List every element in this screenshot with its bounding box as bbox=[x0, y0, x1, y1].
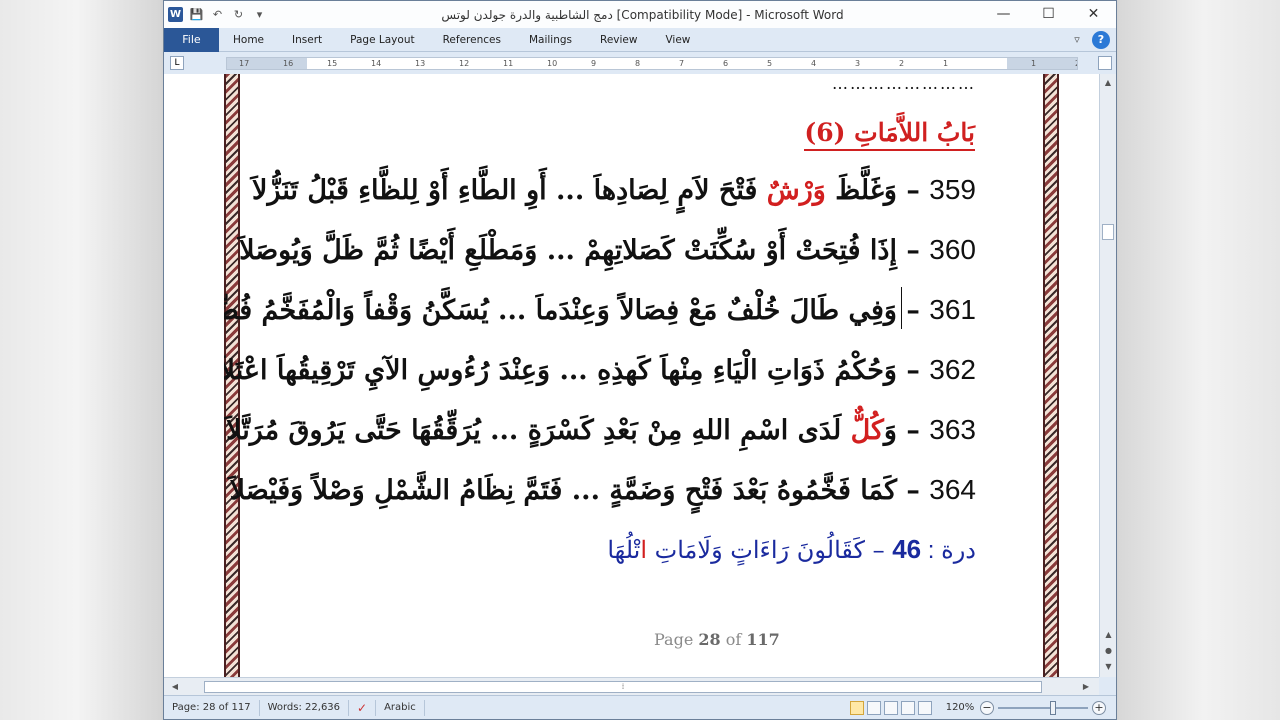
separator-dots: …………………… bbox=[832, 74, 976, 93]
full-screen-view-button[interactable] bbox=[867, 700, 881, 715]
redo-icon[interactable]: ↻ bbox=[231, 7, 246, 22]
tab-page-layout[interactable]: Page Layout bbox=[336, 28, 428, 52]
chapter-title: بَابُ اللاَّمَاتِ (6) bbox=[804, 118, 975, 151]
verse-number: 364 bbox=[929, 474, 976, 505]
page-border-right bbox=[1043, 74, 1059, 677]
ruler-number: 13 bbox=[415, 59, 426, 68]
scroll-up-icon[interactable]: ▲ bbox=[1101, 75, 1116, 90]
maximize-button[interactable]: ☐ bbox=[1026, 1, 1071, 28]
vertical-scrollbar[interactable]: ▲ ▲ ● ▼ bbox=[1099, 74, 1116, 677]
tab-references[interactable]: References bbox=[429, 28, 515, 52]
ruler-number: 6 bbox=[723, 59, 729, 68]
tab-file[interactable]: File bbox=[164, 27, 219, 52]
zoom-level[interactable]: 120% bbox=[940, 702, 980, 713]
ruler-number: 1 bbox=[943, 59, 949, 68]
document-area: …………………… بَابُ اللاَّمَاتِ (6) 359 – وَغ… bbox=[164, 74, 1099, 677]
outline-view-button[interactable] bbox=[901, 700, 915, 715]
word-window: W 💾 ↶ ↻ ▾ دمج الشاطبية والدرة جولدن لوتس… bbox=[163, 0, 1117, 720]
ruler-number: 15 bbox=[327, 59, 338, 68]
ruler-number: 8 bbox=[635, 59, 641, 68]
title-bar: W 💾 ↶ ↻ ▾ دمج الشاطبية والدرة جولدن لوتس… bbox=[164, 1, 1116, 28]
horizontal-scroll-thumb[interactable]: ⁞ bbox=[204, 681, 1042, 693]
ruler-number: 17 bbox=[239, 59, 250, 68]
document-page[interactable]: …………………… بَابُ اللاَّمَاتِ (6) 359 – وَغ… bbox=[224, 74, 1076, 677]
proofing-icon[interactable]: ✓ bbox=[349, 699, 377, 716]
tab-mailings[interactable]: Mailings bbox=[515, 28, 586, 52]
browse-object-icon[interactable]: ● bbox=[1101, 643, 1116, 658]
verse-number: 362 bbox=[929, 354, 976, 385]
tab-home[interactable]: Home bbox=[219, 28, 278, 52]
draft-view-button[interactable] bbox=[918, 700, 932, 715]
save-icon[interactable]: 💾 bbox=[189, 7, 204, 22]
ruler-number: 16 bbox=[283, 59, 294, 68]
verse-number: 361 bbox=[929, 294, 976, 325]
verse-line: 363 – وَكُلٌّ لَدَى اسْمِ اللهِ مِنْ بَع… bbox=[226, 414, 976, 446]
ribbon-tabs: File Home Insert Page Layout References … bbox=[164, 27, 1116, 52]
ruler-number: 5 bbox=[767, 59, 773, 68]
quick-access-toolbar: W 💾 ↶ ↻ ▾ bbox=[164, 7, 304, 22]
verse-line: 360 – إِذَا فُتِحَتْ أَوْ سُكِّنَتْ كَصَ… bbox=[239, 234, 976, 266]
page-footer-number: Page 28 of 117 bbox=[654, 630, 780, 649]
vertical-ruler bbox=[164, 74, 189, 677]
verse-line: 362 – وَحُكْمُ ذَوَاتِ الْيَاءِ مِنْهاَ … bbox=[224, 354, 976, 386]
verse-line: 361 – وَفِي طَالَ خُلْفٌ مَعْ فِصَالاً و… bbox=[224, 294, 976, 326]
ruler-number: 14 bbox=[371, 59, 382, 68]
ribbon-minimize-icon[interactable]: ▿ bbox=[1068, 31, 1086, 49]
zoom-in-button[interactable]: + bbox=[1092, 700, 1106, 715]
tab-selector-button[interactable]: L bbox=[170, 56, 184, 70]
tab-insert[interactable]: Insert bbox=[278, 28, 336, 52]
window-controls: — ☐ ✕ bbox=[981, 1, 1116, 28]
tab-review[interactable]: Review bbox=[586, 28, 651, 52]
ruler-number: 11 bbox=[503, 59, 514, 68]
scroll-right-icon[interactable]: ▶ bbox=[1079, 680, 1093, 694]
ruler-number: 2 bbox=[899, 59, 905, 68]
verse-line: 359 – وَغَلَّظَ وَرْشٌ فَتْحَ لاَمٍ لِصَ… bbox=[252, 174, 976, 206]
ruler-number: 12 bbox=[459, 59, 470, 68]
ruler-row: L 171615141312111098765432112 bbox=[164, 52, 1116, 74]
next-page-icon[interactable]: ▼ bbox=[1101, 659, 1116, 674]
close-button[interactable]: ✕ bbox=[1071, 1, 1116, 28]
previous-page-icon[interactable]: ▲ bbox=[1101, 627, 1116, 642]
tab-view[interactable]: View bbox=[651, 28, 704, 52]
ruler-number: 7 bbox=[679, 59, 685, 68]
help-icon[interactable]: ? bbox=[1092, 30, 1110, 49]
verse-number: 359 bbox=[929, 174, 976, 205]
status-bar: Page: 28 of 117 Words: 22,636 ✓ Arabic 1… bbox=[164, 695, 1116, 719]
durra-number: 46 bbox=[892, 534, 922, 564]
print-layout-view-button[interactable] bbox=[850, 700, 864, 715]
web-layout-view-button[interactable] bbox=[884, 700, 898, 715]
durra-line: درة : 46 – كَقَالُونَ رَاءَاتٍ وَلَامَات… bbox=[607, 534, 976, 564]
view-buttons bbox=[850, 700, 932, 715]
customize-qat-icon[interactable]: ▾ bbox=[252, 7, 267, 22]
ruler-number: 10 bbox=[547, 59, 558, 68]
verse-line: 364 – كَمَا فَخَّمُوهُ بَعْدَ فَتْحٍ وَض… bbox=[229, 474, 976, 506]
ruler-number: 4 bbox=[811, 59, 817, 68]
vertical-scroll-thumb[interactable] bbox=[1102, 224, 1114, 240]
minimize-button[interactable]: — bbox=[981, 1, 1026, 28]
scroll-left-icon[interactable]: ◀ bbox=[168, 680, 182, 694]
ruler-number: 3 bbox=[855, 59, 861, 68]
status-page[interactable]: Page: 28 of 117 bbox=[164, 699, 260, 716]
horizontal-scrollbar[interactable]: ◀ ⁞ ▶ bbox=[164, 677, 1099, 695]
zoom-slider-thumb[interactable] bbox=[1050, 700, 1056, 715]
zoom-slider[interactable] bbox=[998, 700, 1088, 715]
zoom-out-button[interactable]: − bbox=[980, 700, 994, 715]
ruler-number: 2 bbox=[1075, 58, 1077, 69]
durra-label: درة : bbox=[921, 537, 976, 564]
status-words[interactable]: Words: 22,636 bbox=[260, 699, 350, 716]
horizontal-ruler[interactable]: 171615141312111098765432112 bbox=[226, 57, 1078, 70]
verse-number: 363 bbox=[929, 414, 976, 445]
status-language[interactable]: Arabic bbox=[376, 699, 425, 716]
undo-icon[interactable]: ↶ bbox=[210, 7, 225, 22]
ruler-number: 9 bbox=[591, 59, 597, 68]
verse-number: 360 bbox=[929, 234, 976, 265]
word-logo-icon[interactable]: W bbox=[168, 7, 183, 22]
window-title: دمج الشاطبية والدرة جولدن لوتس [Compatib… bbox=[441, 7, 844, 22]
ruler-number: 1 bbox=[1031, 59, 1037, 68]
text-cursor bbox=[901, 287, 902, 329]
view-ruler-button[interactable] bbox=[1098, 56, 1112, 70]
